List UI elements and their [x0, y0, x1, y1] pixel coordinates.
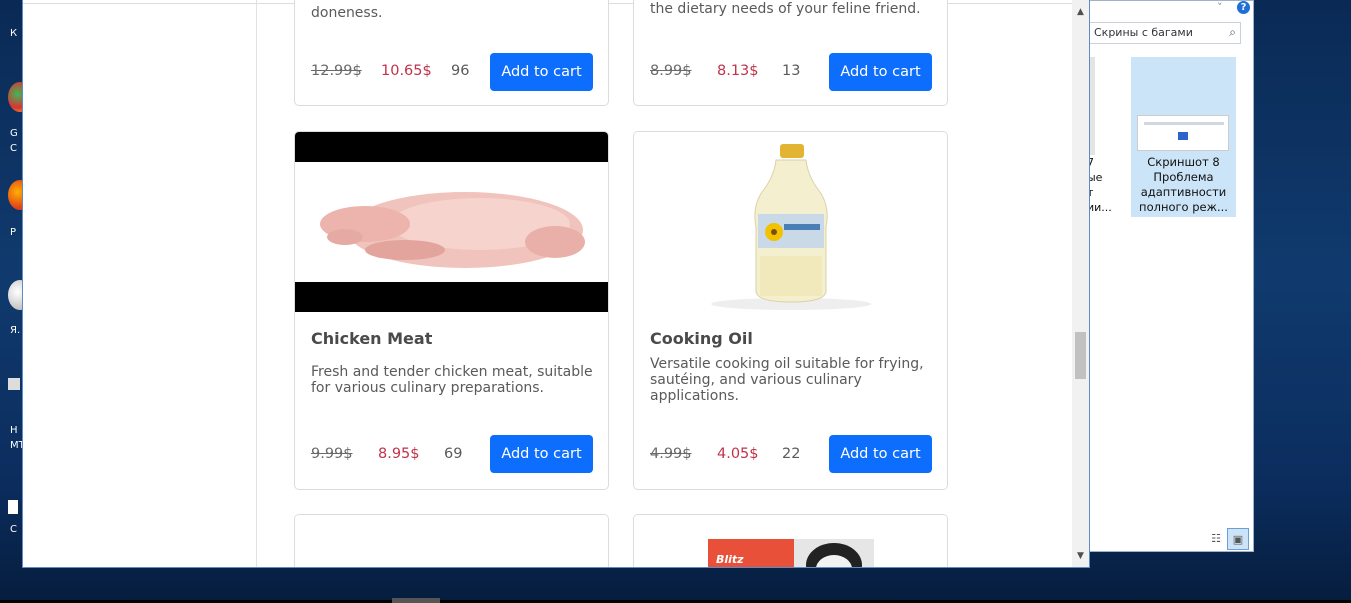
product-description: the dietary needs of your feline friend. — [650, 1, 921, 17]
sidebar-area — [23, 0, 257, 567]
file-caption-line: полного реж... — [1139, 200, 1228, 214]
product-card-chicken-meat: Chicken Meat Fresh and tender chicken me… — [294, 131, 609, 490]
desktop-icon-label[interactable]: Я. — [10, 325, 20, 336]
scroll-thumb[interactable] — [1075, 332, 1086, 379]
product-card: Blitz — [633, 514, 948, 567]
search-placeholder: Скрины с багами — [1094, 26, 1193, 39]
file-explorer-window: ˅ ? Скрины с багами ⌕ 7 ые т ии... Скрин… — [1080, 0, 1254, 552]
add-to-cart-button[interactable]: Add to cart — [490, 53, 593, 91]
app-icon[interactable] — [8, 378, 20, 390]
product-title[interactable]: Chicken Meat — [311, 329, 432, 348]
stock-count: 69 — [444, 446, 463, 462]
search-input[interactable]: Скрины с багами ⌕ — [1087, 22, 1241, 44]
oil-bottle-image — [711, 144, 871, 310]
product-image: Blitz — [634, 515, 947, 567]
file-caption-line: Скриншот 8 — [1147, 155, 1220, 169]
file-caption-line: Проблема — [1153, 170, 1214, 184]
product-description: doneness. — [311, 5, 383, 21]
product-description: Fresh and tender chicken meat, suitable … — [311, 364, 593, 396]
product-image — [295, 132, 608, 312]
old-price: 4.99$ — [650, 446, 692, 462]
file-caption: Скриншот 8 Проблема адаптивности полного… — [1133, 155, 1234, 215]
add-to-cart-button[interactable]: Add to cart — [829, 53, 932, 91]
brand-text: Blitz — [716, 553, 744, 566]
product-description: Versatile cooking oil suitable for fryin… — [650, 356, 924, 404]
pet-food-bag-image — [708, 539, 874, 567]
desktop-icon-label[interactable]: С — [10, 524, 17, 535]
stock-count: 96 — [451, 63, 470, 79]
raw-chicken-image — [295, 162, 608, 282]
desktop-icon-label[interactable]: С — [10, 143, 17, 154]
stock-count: 22 — [782, 446, 801, 462]
old-price: 9.99$ — [311, 446, 353, 462]
desktop-icon-label[interactable]: G — [10, 128, 18, 139]
sale-price: 4.05$ — [717, 446, 759, 462]
old-price: 8.99$ — [650, 63, 692, 79]
file-item-screenshot-8[interactable]: Скриншот 8 Проблема адаптивности полного… — [1131, 57, 1236, 217]
help-icon[interactable]: ? — [1237, 1, 1250, 14]
sale-price: 8.95$ — [378, 446, 420, 462]
desktop-icon-label[interactable]: Н — [10, 425, 18, 436]
vertical-scrollbar[interactable]: ▲ ▼ — [1072, 0, 1089, 567]
browser-window: doneness. 12.99$ 10.65$ 96 Add to cart t… — [22, 0, 1090, 568]
product-card: doneness. 12.99$ 10.65$ 96 Add to cart — [294, 0, 609, 106]
scroll-up-icon[interactable]: ▲ — [1072, 4, 1089, 21]
desktop-icon-label[interactable]: Р — [10, 227, 16, 238]
stock-count: 13 — [782, 63, 801, 79]
desktop-icon-label[interactable]: К — [10, 28, 17, 39]
chevron-down-icon[interactable]: ˅ — [1217, 1, 1223, 14]
product-title[interactable]: Cooking Oil — [650, 329, 753, 348]
file-caption-line: адаптивности — [1140, 185, 1227, 199]
product-card-cooking-oil: Cooking Oil Versatile cooking oil suitab… — [633, 131, 948, 490]
file-caption-partial: 7 ые т ии... — [1087, 156, 1112, 214]
product-card: the dietary needs of your feline friend.… — [633, 0, 948, 106]
file-thumbnail — [1137, 115, 1229, 151]
add-to-cart-button[interactable]: Add to cart — [490, 435, 593, 473]
taskbar-active-item[interactable] — [392, 598, 440, 603]
sale-price: 8.13$ — [717, 63, 759, 79]
product-image — [295, 515, 608, 567]
details-view-icon[interactable]: ☷ — [1205, 528, 1227, 550]
product-card — [294, 514, 609, 567]
file-icon[interactable] — [8, 500, 18, 514]
sale-price: 10.65$ — [381, 63, 432, 79]
old-price: 12.99$ — [311, 63, 362, 79]
scroll-down-icon[interactable]: ▼ — [1072, 548, 1089, 565]
large-icons-view-icon[interactable]: ▣ — [1227, 528, 1249, 550]
search-icon[interactable]: ⌕ — [1229, 25, 1236, 40]
product-image — [634, 132, 947, 312]
add-to-cart-button[interactable]: Add to cart — [829, 435, 932, 473]
